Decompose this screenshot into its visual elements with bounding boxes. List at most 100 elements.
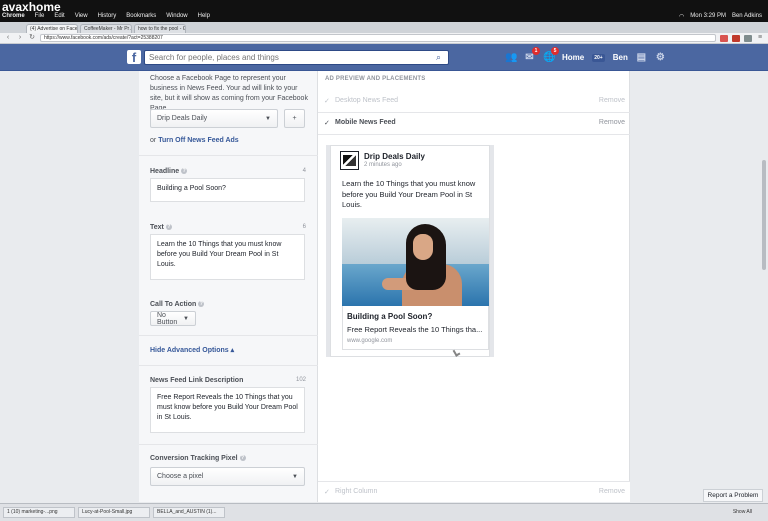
page-avatar — [340, 151, 359, 170]
back-arrow-icon[interactable]: ‹ — [4, 34, 12, 42]
download-item[interactable]: Lucy-at-Pool-Small.jpg — [78, 507, 150, 518]
chevron-down-icon: ▼ — [292, 473, 298, 480]
advanced-options-toggle[interactable]: Hide Advanced Options ▴ — [150, 346, 234, 356]
page-select[interactable]: Drip Deals Daily ▼ — [150, 109, 278, 128]
help-icon: ? — [165, 224, 172, 231]
extension-icon[interactable] — [720, 34, 728, 42]
checkmark-icon: ✓ — [324, 489, 330, 496]
turn-off-line: or Turn Off News Feed Ads — [150, 136, 239, 146]
call-to-action-select[interactable]: No Button ▼ — [150, 311, 196, 326]
call-to-action-value: No Button — [157, 311, 178, 326]
profile-link[interactable]: Ben — [613, 53, 628, 62]
clock[interactable]: Mon 3:29 PM — [690, 13, 726, 19]
page-select-value: Drip Deals Daily — [157, 115, 208, 122]
placement-right-column[interactable]: ✓ Right Column Remove — [318, 481, 630, 502]
activity-icon[interactable]: ▤ — [636, 52, 647, 63]
os-menu-history[interactable]: History — [98, 13, 117, 19]
ad-headline: Building a Pool Soon? — [347, 312, 433, 321]
extension-icon[interactable] — [732, 34, 740, 42]
facebook-nav: 👥 ✉ 1 🌐 5 Home 20+ Ben ▤ ⚙ — [505, 47, 666, 65]
menu-icon[interactable]: ≡ — [756, 34, 764, 42]
call-to-action-label: Call To Action? — [150, 301, 205, 308]
address-bar[interactable]: https://www.facebook.com/ads/create/?act… — [40, 34, 716, 42]
placement-label: Right Column — [335, 488, 378, 495]
plus-icon: + — [292, 115, 297, 122]
search-box: ⌕ — [144, 50, 449, 65]
report-problem-button[interactable]: Report a Problem — [703, 489, 763, 502]
page-scrollbar[interactable] — [762, 160, 766, 270]
text-label: Text? — [150, 224, 172, 231]
caret-up-icon: ▴ — [230, 347, 235, 354]
preview-section-title: AD PREVIEW AND PLACEMENTS — [325, 76, 426, 82]
show-all-downloads-link[interactable]: Show All — [733, 509, 752, 515]
link-description-textarea[interactable]: Free Report Reveals the 10 Things that y… — [150, 387, 305, 433]
ad-preview-card: Drip Deals Daily 2 minutes ago Learn the… — [330, 145, 490, 357]
os-menu-help[interactable]: Help — [198, 13, 210, 19]
browser-tab-coffeemaker[interactable]: CoffeeMaker - Mr Pr… — [80, 24, 132, 33]
checkmark-icon: ✓ — [324, 120, 330, 127]
hide-advanced-options-link[interactable]: Hide Advanced Options — [150, 347, 229, 354]
watermark: avaxhome — [2, 0, 61, 14]
page-name[interactable]: Drip Deals Daily — [364, 152, 425, 161]
ad-description: Free Report Reveals the 10 Things tha... — [347, 325, 483, 334]
os-menu-bookmarks[interactable]: Bookmarks — [126, 13, 156, 19]
divider — [139, 155, 318, 156]
add-page-button[interactable]: + — [284, 109, 305, 128]
turn-off-news-feed-link[interactable]: Turn Off News Feed Ads — [158, 137, 239, 144]
wifi-icon[interactable]: ◠ — [679, 13, 684, 20]
friend-requests-icon[interactable]: 👥 — [505, 52, 517, 63]
link-info[interactable]: Building a Pool Soon? Free Report Reveal… — [342, 306, 489, 350]
ad-image[interactable] — [342, 218, 489, 306]
remove-link[interactable]: Remove — [599, 97, 625, 104]
post-body: Learn the 10 Things that you must know b… — [342, 179, 476, 209]
help-icon: ? — [181, 168, 188, 175]
home-count: 20+ — [592, 53, 605, 62]
help-icon: ? — [198, 301, 205, 308]
placement-right-column-row[interactable]: ✓ Right Column Remove — [318, 482, 630, 504]
os-menu-bar: Chrome File Edit View History Bookmarks … — [0, 0, 768, 22]
download-item[interactable]: BELLA_and_AUSTIN (1)... — [153, 507, 225, 518]
chevron-down-icon: ▼ — [265, 115, 271, 122]
browser-toolbar: ‹ › ↻ https://www.facebook.com/ads/creat… — [0, 33, 768, 44]
os-status-area: ◠ Mon 3:29 PM Ben Adkins — [679, 11, 762, 21]
home-link[interactable]: Home — [562, 53, 584, 62]
headline-input[interactable]: Building a Pool Soon? — [150, 178, 305, 202]
help-icon: ? — [239, 455, 246, 462]
os-menu-window[interactable]: Window — [166, 13, 187, 19]
downloads-bar: 1 (10) marketing-...png Lucy-at-Pool-Sma… — [0, 503, 768, 521]
placement-mobile-news-feed[interactable]: ✓ Mobile News Feed Remove — [318, 113, 630, 135]
or-text: or — [150, 137, 157, 144]
forward-arrow-icon[interactable]: › — [16, 34, 24, 42]
messages-icon[interactable]: ✉ 1 — [524, 47, 540, 63]
divider — [139, 365, 318, 366]
search-input[interactable] — [145, 51, 425, 64]
notifications-badge: 5 — [551, 47, 559, 55]
conversion-pixel-select[interactable]: Choose a pixel ▼ — [150, 467, 305, 486]
reload-icon[interactable]: ↻ — [28, 34, 36, 42]
divider — [139, 335, 318, 336]
text-textarea[interactable]: Learn the 10 Things that you must know b… — [150, 234, 305, 280]
remove-link[interactable]: Remove — [599, 488, 625, 495]
divider — [139, 444, 318, 445]
settings-gear-icon[interactable]: ⚙ — [655, 52, 666, 63]
download-item[interactable]: 1 (10) marketing-...png — [3, 507, 75, 518]
browser-tab-bar: (4) Advertise on Facebook CoffeeMaker - … — [0, 22, 768, 33]
placement-label: Mobile News Feed — [335, 119, 396, 126]
messages-badge: 1 — [532, 47, 540, 55]
search-icon[interactable]: ⌕ — [436, 53, 445, 62]
user-name[interactable]: Ben Adkins — [732, 13, 762, 19]
extension-icon[interactable] — [744, 34, 752, 42]
browser-tab-google[interactable]: how to fix the pool - Google — [134, 24, 186, 33]
browser-tab-facebook[interactable]: (4) Advertise on Facebook — [26, 24, 78, 33]
remove-link[interactable]: Remove — [599, 119, 625, 126]
placement-desktop-news-feed[interactable]: ✓ Desktop News Feed Remove — [318, 91, 630, 113]
post-timestamp: 2 minutes ago — [364, 162, 402, 168]
facebook-logo-icon[interactable]: f — [127, 50, 141, 65]
notifications-icon[interactable]: 🌐 5 — [543, 47, 559, 63]
ad-text-form: Choose a Facebook Page to represent your… — [139, 71, 318, 502]
checkmark-icon: ✓ — [324, 98, 330, 105]
image-person — [413, 234, 433, 260]
os-menu-view[interactable]: View — [75, 13, 88, 19]
conversion-pixel-value: Choose a pixel — [157, 473, 204, 480]
conversion-pixel-label: Conversion Tracking Pixel? — [150, 455, 246, 462]
